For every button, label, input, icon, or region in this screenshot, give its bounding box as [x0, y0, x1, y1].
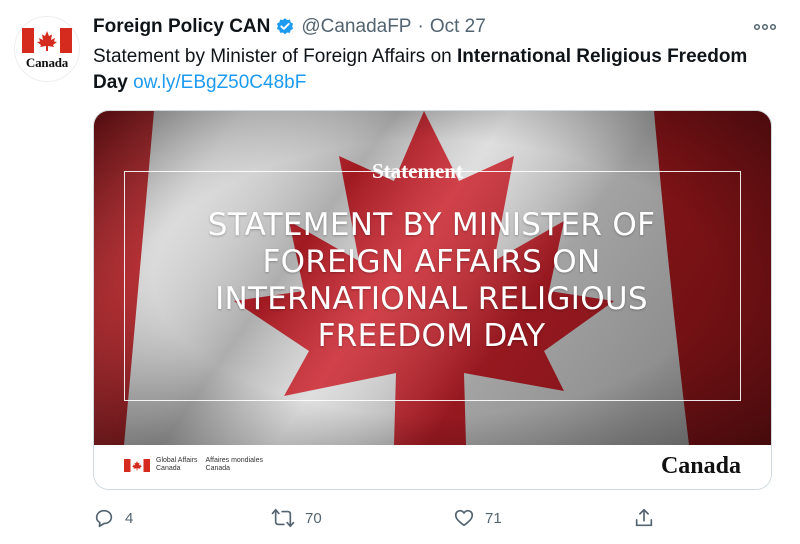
retweet-button[interactable]: 70 [271, 505, 322, 531]
gac-text-fr-line2: Canada [205, 465, 231, 472]
verified-badge-icon [275, 17, 295, 37]
display-name[interactable]: Foreign Policy CAN [93, 16, 270, 38]
more-icon[interactable] [750, 16, 780, 38]
tweet-text: Statement by Minister of Foreign Affairs… [93, 44, 773, 96]
card-footer: Global Affairs Canada Affaires mondiales… [94, 445, 771, 489]
tweet-text-plain: Statement by Minister of Foreign Affairs… [93, 46, 457, 67]
tweet-actions: 4 70 71 [93, 505, 673, 531]
card-label: Statement [372, 159, 463, 183]
avatar-wordmark: Canada [25, 54, 69, 70]
tweet-date[interactable]: Oct 27 [430, 16, 486, 38]
reply-count: 4 [125, 509, 134, 527]
retweet-icon [271, 508, 295, 528]
separator-dot: · [417, 16, 424, 37]
canada-wordmark: Canada [660, 453, 741, 479]
tweet-header: Foreign Policy CAN @CanadaFP · Oct 27 [93, 14, 780, 40]
gac-text-fr-line1: Affaires mondiales [205, 457, 263, 464]
gac-text-fr: Affaires mondiales Canada [206, 457, 263, 473]
like-button[interactable]: 71 [453, 505, 502, 531]
tweet-link[interactable]: ow.ly/EBgZ50C48bF [133, 72, 306, 93]
handle[interactable]: @CanadaFP [301, 16, 411, 38]
share-button[interactable] [633, 505, 655, 531]
canada-flag-icon [124, 458, 150, 472]
gac-text-en-line1: Global Affairs [156, 457, 198, 464]
gac-signature: Global Affairs Canada Affaires mondiales… [124, 457, 263, 473]
gac-text-en-line2: Canada [156, 465, 181, 472]
tweet: Canada Foreign Policy CAN @CanadaFP · Oc… [0, 0, 800, 544]
card-headline: STATEMENT BY MINISTER OF FOREIGN AFFAIRS… [207, 207, 656, 354]
canada-flag-icon [22, 27, 72, 53]
retweet-count: 70 [305, 509, 322, 527]
reply-icon [95, 509, 113, 528]
gac-text-en: Global Affairs Canada [156, 457, 198, 473]
share-icon [635, 508, 653, 527]
like-count: 71 [485, 509, 502, 527]
like-icon [454, 509, 474, 527]
avatar[interactable]: Canada [14, 16, 80, 82]
media-card[interactable]: Statement STATEMENT BY MINISTER OF FOREI… [93, 110, 772, 490]
reply-button[interactable]: 4 [93, 505, 133, 531]
